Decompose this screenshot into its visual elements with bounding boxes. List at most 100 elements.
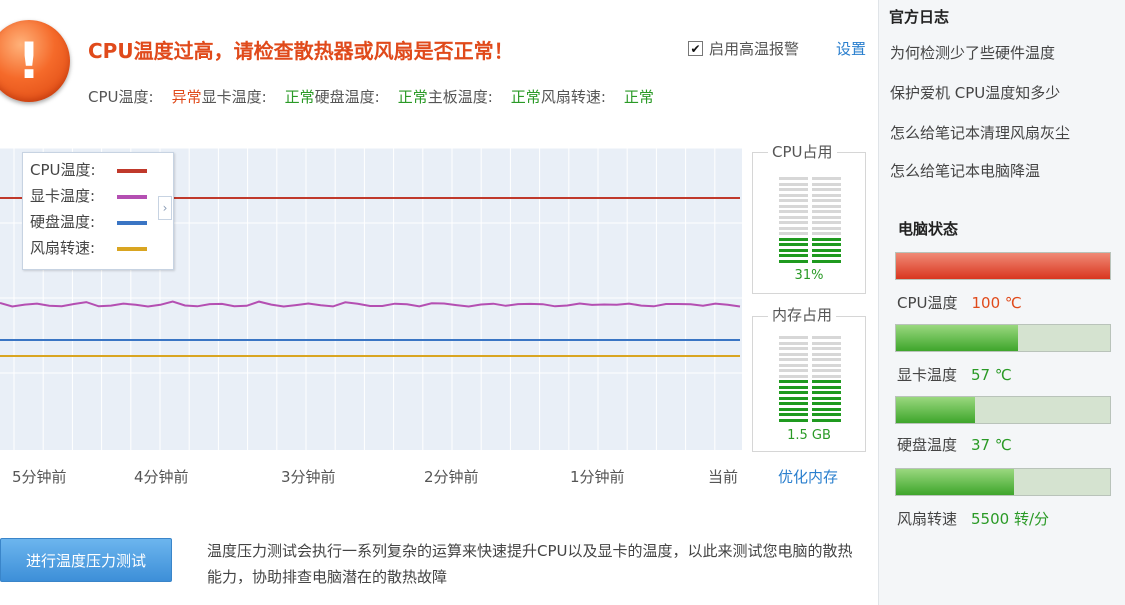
memory-usage-meter-segment: [779, 380, 808, 383]
cpu-usage-meter-segment: [779, 182, 808, 186]
cpu-usage-meter-segment: [812, 232, 841, 235]
cpu-usage-meter-segment: [779, 193, 808, 197]
status-label-disk: 硬盘温度:: [314, 88, 380, 106]
status-value-fan: 正常: [623, 88, 654, 106]
cpu-usage-meter-segment: [779, 210, 808, 213]
memory-usage-meter-segment: [812, 407, 841, 411]
cpu-usage-meter-segment: [812, 188, 841, 191]
memory-usage-meter-segment: [812, 352, 841, 356]
gpu-temp-row: 显卡温度 57 ℃: [897, 364, 1012, 385]
cpu-usage-meter-segment: [779, 254, 808, 257]
x-label-1: 4分钟前: [134, 468, 189, 486]
cpu-usage-meter-segment: [779, 215, 808, 219]
memory-usage-meter-segment: [812, 363, 841, 367]
cpu-temp-label: CPU温度: [897, 294, 958, 312]
legend-swatch-cpu: [117, 169, 147, 173]
memory-usage-meter: [779, 336, 841, 424]
cpu-usage-meter-segment: [812, 215, 841, 219]
cpu-usage-meter: [779, 177, 841, 265]
memory-usage-meter-segment: [812, 347, 841, 350]
cpu-usage-meter-segment: [779, 177, 808, 180]
alert-title: CPU温度过高，请检查散热器或风扇是否正常！: [88, 39, 514, 63]
cpu-usage-meter-segment: [812, 210, 841, 213]
warning-exclamation-icon: !: [0, 20, 70, 102]
memory-usage-meter-segment: [812, 358, 841, 361]
stress-test-description: 温度压力测试会执行一系列复杂的运算来快速提升CPU以及显卡的温度，以此来测试您电…: [207, 542, 853, 586]
cpu-usage-meter-segment: [779, 188, 808, 191]
memory-usage-meter-segment: [779, 391, 808, 394]
memory-usage-title: 内存占用: [768, 304, 837, 325]
log-item[interactable]: 保护爱机 CPU温度知多少: [890, 82, 1060, 103]
log-item[interactable]: 为何检测少了些硬件温度: [890, 42, 1055, 63]
legend-collapse-icon[interactable]: ›: [158, 196, 172, 220]
status-label-fan: 风扇转速:: [540, 88, 606, 106]
cpu-usage-meter-segment: [779, 221, 808, 224]
memory-usage-meter-segment: [812, 336, 841, 339]
stress-test-button[interactable]: 进行温度压力测试: [0, 538, 172, 582]
optimize-memory-link[interactable]: 优化内存: [778, 466, 838, 487]
x-label-5: 当前: [708, 468, 739, 486]
cpu-usage-meter-segment: [779, 259, 808, 263]
cpu-usage-meter-segment: [812, 259, 841, 263]
memory-usage-meter-segment: [812, 341, 841, 345]
gpu-temp-value: 57 ℃: [971, 366, 1012, 384]
legend-item-fan: 风扇转速:: [30, 237, 95, 258]
memory-usage-meter-segment: [779, 352, 808, 356]
legend-label-gpu: 显卡温度:: [30, 187, 96, 205]
memory-usage-meter-segment: [812, 413, 841, 416]
disk-temp-bar: [895, 396, 1111, 424]
log-item[interactable]: 怎么给笔记本电脑降温: [890, 160, 1040, 181]
fan-speed-label: 风扇转速: [897, 510, 958, 528]
legend-item-gpu: 显卡温度:: [30, 185, 95, 206]
memory-usage-meter-segment: [812, 369, 841, 372]
legend-label-cpu: CPU温度:: [30, 161, 96, 179]
cpu-usage-meter-segment: [812, 221, 841, 224]
cpu-usage-meter-segment: [812, 199, 841, 202]
legend-label-disk: 硬盘温度:: [30, 213, 96, 231]
memory-usage-meter-segment: [812, 391, 841, 394]
enable-alarm-checkbox[interactable]: ✔: [688, 41, 703, 56]
settings-link[interactable]: 设置: [836, 38, 866, 59]
legend-swatch-disk: [117, 221, 147, 225]
log-item[interactable]: 怎么给笔记本清理风扇灰尘: [890, 122, 1070, 143]
memory-usage-meter-segment: [812, 402, 841, 405]
cpu-usage-meter-segment: [779, 199, 808, 202]
cpu-usage-meter-segment: [779, 232, 808, 235]
x-label-2: 3分钟前: [281, 468, 336, 486]
cpu-usage-meter-segment: [779, 237, 808, 241]
memory-usage-meter-segment: [779, 336, 808, 339]
disk-temp-label: 硬盘温度: [897, 436, 958, 454]
x-label-4: 1分钟前: [570, 468, 625, 486]
cpu-usage-meter-segment: [812, 237, 841, 241]
enable-alarm-toggle[interactable]: ✔ 启用高温报警: [688, 38, 799, 59]
legend-item-cpu: CPU温度:: [30, 159, 96, 180]
cpu-temp-bar: [895, 252, 1111, 280]
memory-usage-meter-segment: [779, 385, 808, 389]
legend-label-fan: 风扇转速:: [30, 239, 96, 257]
enable-alarm-label: 启用高温报警: [709, 40, 800, 58]
memory-usage-meter-segment: [812, 396, 841, 400]
legend-swatch-fan: [117, 247, 147, 251]
cpu-usage-meter-segment: [779, 243, 808, 246]
disk-temp-value: 37 ℃: [971, 436, 1012, 454]
memory-usage-meter-segment: [812, 418, 841, 422]
cpu-usage-meter-segment: [812, 193, 841, 197]
memory-usage-meter-segment: [779, 347, 808, 350]
memory-usage-meter-segment: [812, 380, 841, 383]
cpu-temp-row: CPU温度 100 ℃: [897, 292, 1022, 313]
memory-usage-meter-segment: [779, 374, 808, 378]
status-value-board: 正常: [510, 88, 541, 106]
cpu-usage-title: CPU占用: [768, 141, 837, 162]
cpu-usage-meter-segment: [812, 254, 841, 257]
legend-item-disk: 硬盘温度:: [30, 211, 95, 232]
memory-usage-meter-segment: [812, 385, 841, 389]
disk-temp-bar-fill: [896, 397, 976, 423]
fan-speed-bar-fill: [896, 469, 1014, 495]
memory-usage-meter-segment: [779, 402, 808, 405]
memory-usage-meter-segment: [779, 358, 808, 361]
status-label-board: 主板温度:: [427, 88, 493, 106]
legend-swatch-gpu: [117, 195, 147, 199]
cpu-usage-meter-segment: [812, 204, 841, 208]
status-value-disk: 正常: [397, 88, 428, 106]
cpu-usage-meter-segment: [812, 226, 841, 230]
